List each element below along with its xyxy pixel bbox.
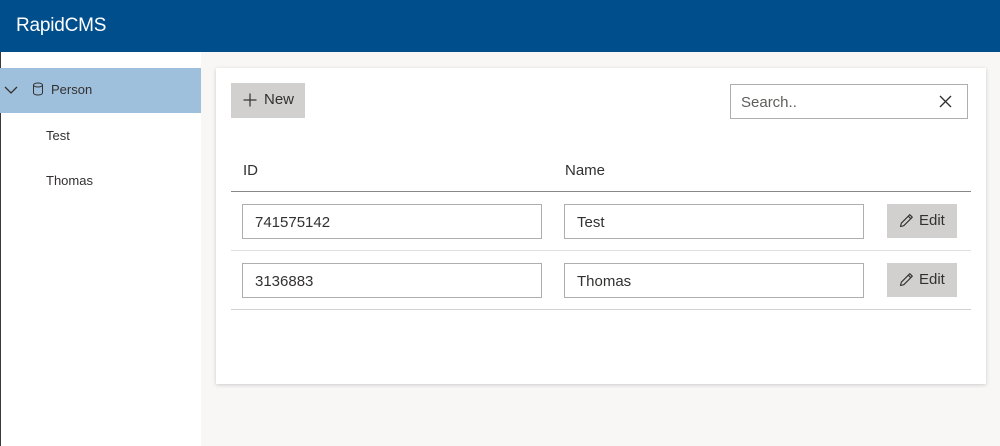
id-input[interactable] [255,212,509,232]
row-divider [231,309,971,310]
edit-button-label: Edit [919,212,945,229]
id-field [242,263,542,298]
app-title[interactable]: RapidCMS [16,15,106,37]
edit-button[interactable]: Edit [887,263,957,297]
new-button-label: New [264,91,295,108]
row-divider [231,250,971,251]
name-input[interactable] [577,212,831,232]
id-field [242,204,542,239]
chevron-down-icon[interactable] [3,82,19,98]
database-icon [33,82,43,96]
id-input[interactable] [255,271,509,291]
search-input[interactable] [741,91,931,113]
sidebar-collection-person[interactable]: Person [0,68,201,113]
column-header-name: Name [565,162,606,179]
plus-icon [243,93,257,107]
sidebar-item-label: Thomas [46,173,93,188]
new-button[interactable]: New [231,83,305,118]
sidebar-item-thomas[interactable]: Thomas [0,161,201,201]
edit-button[interactable]: Edit [887,204,957,238]
column-header-id: ID [243,162,258,179]
sidebar-collection-label: Person [51,82,93,97]
sidebar: Person Test Thomas [0,52,201,446]
header-divider [231,191,971,192]
list-panel: New ID Name Edit Edit [216,68,986,384]
edit-button-label: Edit [919,271,945,288]
pencil-icon [899,214,913,228]
top-bar: RapidCMS [0,0,1000,52]
search-box [730,84,968,119]
name-field [564,204,864,239]
name-input[interactable] [577,271,831,291]
close-icon[interactable] [938,94,953,109]
sidebar-item-label: Test [46,128,70,143]
pencil-icon [899,273,913,287]
sidebar-item-test[interactable]: Test [0,116,201,156]
name-field [564,263,864,298]
